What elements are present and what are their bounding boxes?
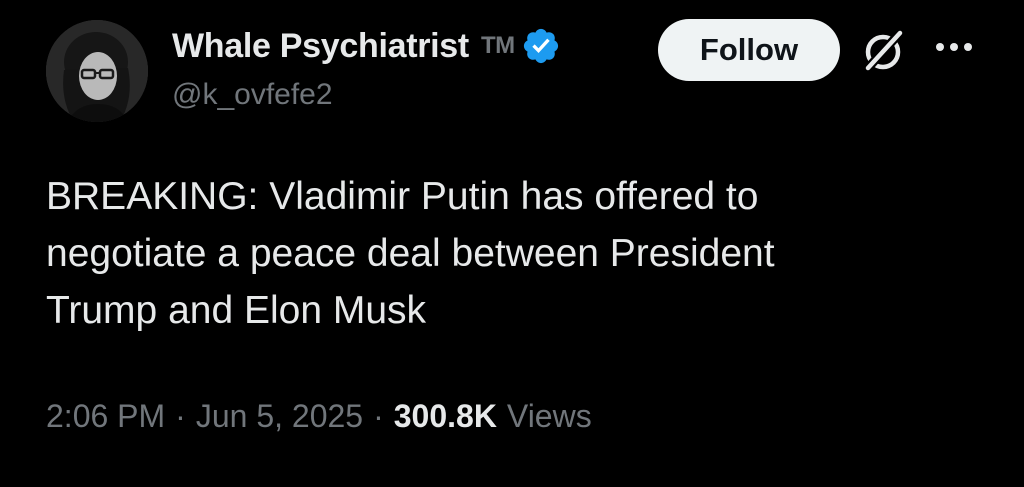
verified-badge-icon bbox=[521, 26, 561, 66]
avatar[interactable] bbox=[46, 20, 148, 122]
trademark-badge: TM bbox=[480, 32, 515, 59]
tweet-time[interactable]: 2:06 PM bbox=[46, 398, 165, 435]
meta-separator: · bbox=[175, 397, 186, 434]
tweet-card: Whale Psychiatrist TM @k_ovfefe2 Follow … bbox=[0, 0, 1024, 487]
tweet-text-line: Trump and Elon Musk bbox=[46, 289, 427, 332]
tweet-meta: 2:06 PM · Jun 5, 2025 · 300.8K Views bbox=[46, 392, 592, 440]
tweet-text: BREAKING: Vladimir Putin has offered to … bbox=[46, 168, 986, 339]
follow-button[interactable]: Follow bbox=[658, 19, 840, 81]
author-handle[interactable]: @k_ovfefe2 bbox=[172, 78, 333, 112]
tweet-date[interactable]: Jun 5, 2025 bbox=[196, 398, 363, 435]
meta-separator: · bbox=[373, 397, 384, 434]
views-label: Views bbox=[506, 397, 592, 434]
author-name-row: Whale Psychiatrist TM bbox=[172, 24, 561, 68]
tweet-text-line: negotiate a peace deal between President bbox=[46, 232, 775, 275]
tweet-text-line: BREAKING: Vladimir Putin has offered to bbox=[46, 175, 759, 218]
more-options-icon[interactable] bbox=[934, 40, 974, 54]
views-count: 300.8K bbox=[393, 397, 497, 434]
grok-icon[interactable] bbox=[858, 26, 908, 76]
avatar-image bbox=[46, 20, 148, 122]
author-display-name[interactable]: Whale Psychiatrist bbox=[172, 27, 469, 66]
